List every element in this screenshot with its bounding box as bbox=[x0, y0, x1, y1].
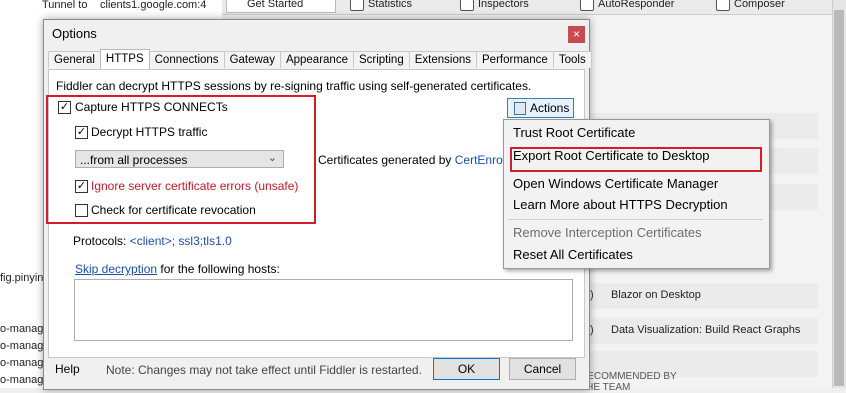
recommended-heading: RECOMMENDED BY bbox=[580, 371, 677, 382]
decrypt-https-label[interactable]: Decrypt HTTPS traffic bbox=[91, 125, 207, 139]
tab-extensions[interactable]: Extensions bbox=[408, 51, 477, 68]
tab-connections[interactable]: Connections bbox=[148, 51, 225, 68]
rss-icon: ) bbox=[590, 323, 594, 336]
process-filter-value: ...from all processes bbox=[80, 153, 188, 167]
session-tunnel-label[interactable]: Tunnel to bbox=[42, 0, 87, 11]
dialog-title: Options bbox=[52, 26, 97, 41]
actions-button[interactable]: Actions bbox=[507, 98, 574, 118]
tab-tools[interactable]: Tools bbox=[552, 51, 592, 68]
skip-decryption-row: Skip decryption for the following hosts: bbox=[75, 262, 280, 276]
process-filter-select[interactable]: ...from all processes ⌄ bbox=[75, 150, 284, 168]
cert-generated-text: Certificates generated by CertEnroll e bbox=[318, 153, 519, 167]
options-tabs: General HTTPS Connections Gateway Appear… bbox=[48, 49, 592, 69]
composer-icon bbox=[716, 0, 730, 11]
skip-decryption-link[interactable]: Skip decryption bbox=[75, 262, 157, 276]
link-blazor-desktop[interactable]: ) Blazor on Desktop bbox=[590, 289, 701, 301]
tab-composer[interactable]: Composer bbox=[716, 0, 785, 13]
ignore-errors-label[interactable]: Ignore server certificate errors (unsafe… bbox=[91, 179, 298, 193]
rss-icon: ) bbox=[590, 288, 594, 301]
actions-label: Actions bbox=[530, 101, 570, 115]
https-description: Fiddler can decrypt HTTPS sessions by re… bbox=[56, 79, 532, 93]
chevron-down-icon: ⌄ bbox=[267, 152, 277, 164]
capture-https-checkbox[interactable]: ✓ bbox=[58, 101, 71, 114]
statistics-icon bbox=[350, 0, 364, 11]
tab-general[interactable]: General bbox=[48, 51, 101, 68]
tab-autoresponder[interactable]: AutoResponder bbox=[580, 0, 674, 13]
skip-hosts-textarea[interactable] bbox=[74, 279, 573, 341]
check-revocation-checkbox[interactable] bbox=[75, 204, 88, 217]
ignore-errors-checkbox[interactable]: ✓ bbox=[75, 180, 88, 193]
tab-https[interactable]: HTTPS bbox=[99, 49, 150, 69]
close-button[interactable]: × bbox=[568, 26, 585, 43]
protocols-row: Protocols: <client>; ssl3;tls1.0 bbox=[73, 234, 232, 248]
capture-https-label[interactable]: Capture HTTPS CONNECTs bbox=[75, 100, 228, 114]
menu-item-export-root[interactable]: Export Root Certificate to Desktop bbox=[513, 148, 710, 163]
tab-inspectors[interactable]: Inspectors bbox=[460, 0, 529, 13]
cancel-button[interactable]: Cancel bbox=[509, 358, 576, 380]
tab-get-started[interactable]: Get Started bbox=[226, 0, 336, 13]
link-data-visualization[interactable]: ) Data Visualization: Build React Graphs bbox=[590, 324, 800, 336]
actions-menu: Trust Root Certificate Export Root Certi… bbox=[503, 119, 770, 269]
menu-item-learn-more[interactable]: Learn More about HTTPS Decryption bbox=[513, 197, 728, 212]
menu-item-open-cert-manager[interactable]: Open Windows Certificate Manager bbox=[513, 176, 718, 191]
restart-note: Note: Changes may not take effect until … bbox=[106, 363, 422, 377]
scrollbar-thumb[interactable] bbox=[834, 10, 844, 386]
inspectors-icon bbox=[460, 0, 474, 11]
session-row[interactable]: fig.pinyin bbox=[0, 272, 43, 284]
menu-item-reset-certs[interactable]: Reset All Certificates bbox=[513, 247, 633, 262]
tab-scripting[interactable]: Scripting bbox=[352, 51, 410, 68]
decrypt-https-checkbox[interactable]: ✓ bbox=[75, 126, 88, 139]
session-tunnel-host[interactable]: clients1.google.com:4 bbox=[100, 0, 206, 11]
menu-separator bbox=[508, 219, 763, 220]
tab-statistics[interactable]: Statistics bbox=[350, 0, 412, 13]
autoresponder-icon bbox=[580, 0, 594, 11]
check-revocation-label[interactable]: Check for certificate revocation bbox=[91, 203, 256, 217]
certificate-icon bbox=[514, 101, 526, 115]
protocols-value[interactable]: <client>; ssl3;tls1.0 bbox=[130, 234, 232, 248]
tab-appearance[interactable]: Appearance bbox=[279, 51, 354, 68]
tab-performance[interactable]: Performance bbox=[476, 51, 554, 68]
ok-button[interactable]: OK bbox=[433, 358, 500, 380]
help-link[interactable]: Help bbox=[55, 362, 80, 376]
tab-gateway[interactable]: Gateway bbox=[223, 51, 281, 68]
menu-item-remove-certs: Remove Interception Certificates bbox=[513, 225, 702, 240]
menu-item-trust-root[interactable]: Trust Root Certificate bbox=[513, 125, 635, 140]
